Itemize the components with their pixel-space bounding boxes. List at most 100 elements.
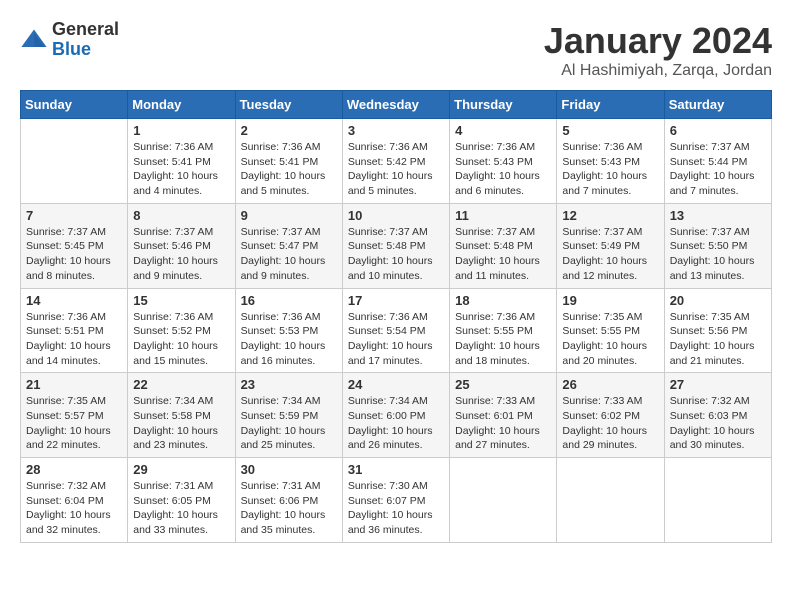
day-info: Sunrise: 7:36 AM Sunset: 5:53 PM Dayligh… (241, 310, 337, 369)
day-cell: 18Sunrise: 7:36 AM Sunset: 5:55 PM Dayli… (450, 288, 557, 373)
header-cell-sunday: Sunday (21, 91, 128, 119)
day-cell (450, 458, 557, 543)
day-number: 23 (241, 377, 337, 392)
day-info: Sunrise: 7:36 AM Sunset: 5:51 PM Dayligh… (26, 310, 122, 369)
day-number: 9 (241, 208, 337, 223)
day-cell: 28Sunrise: 7:32 AM Sunset: 6:04 PM Dayli… (21, 458, 128, 543)
day-cell: 6 Sunrise: 7:37 AM Sunset: 5:44 PM Daylig… (664, 119, 771, 204)
day-number: 12 (562, 208, 658, 223)
day-cell: 22 Sunrise: 7:34 AM Sunset: 5:58 PM Dayli… (128, 373, 235, 458)
day-cell: 14 Sunrise: 7:36 AM Sunset: 5:51 PM Dayli… (21, 288, 128, 373)
day-cell: 7 Sunrise: 7:37 AM Sunset: 5:45 PM Daylig… (21, 203, 128, 288)
day-cell: 19 Sunrise: 7:35 AM Sunset: 5:55 PM Dayli… (557, 288, 664, 373)
day-info: Sunrise: 7:36 AM Sunset: 5:42 PM Dayligh… (348, 140, 444, 199)
day-cell: 24 Sunrise: 7:34 AM Sunset: 6:00 PM Dayli… (342, 373, 449, 458)
day-info: Sunrise: 7:36 AM Sunset: 5:43 PM Dayligh… (562, 140, 658, 199)
day-cell: 17 Sunrise: 7:36 AM Sunset: 5:54 PM Dayli… (342, 288, 449, 373)
day-cell: 5 Sunrise: 7:36 AM Sunset: 5:43 PM Daylig… (557, 119, 664, 204)
day-cell: 8 Sunrise: 7:37 AM Sunset: 5:46 PM Daylig… (128, 203, 235, 288)
day-info: Sunrise: 7:34 AM Sunset: 5:59 PM Dayligh… (241, 394, 337, 453)
day-number: 20 (670, 293, 766, 308)
day-cell: 29 Sunrise: 7:31 AM Sunset: 6:05 PM Dayli… (128, 458, 235, 543)
day-cell: 30Sunrise: 7:31 AM Sunset: 6:06 PM Dayli… (235, 458, 342, 543)
day-number: 10 (348, 208, 444, 223)
day-cell: 1Sunrise: 7:36 AM Sunset: 5:41 PM Daylig… (128, 119, 235, 204)
day-number: 29 (133, 462, 229, 477)
header-cell-monday: Monday (128, 91, 235, 119)
day-info: Sunrise: 7:37 AM Sunset: 5:48 PM Dayligh… (455, 225, 551, 284)
day-cell: 4Sunrise: 7:36 AM Sunset: 5:43 PM Daylig… (450, 119, 557, 204)
day-cell: 23 Sunrise: 7:34 AM Sunset: 5:59 PM Dayli… (235, 373, 342, 458)
header-cell-wednesday: Wednesday (342, 91, 449, 119)
day-info: Sunrise: 7:32 AM Sunset: 6:03 PM Dayligh… (670, 394, 766, 453)
day-cell: 27 Sunrise: 7:32 AM Sunset: 6:03 PM Dayli… (664, 373, 771, 458)
calendar-title: January 2024 (544, 20, 772, 62)
header-row: SundayMondayTuesdayWednesdayThursdayFrid… (21, 91, 772, 119)
calendar-subtitle: Al Hashimiyah, Zarqa, Jordan (544, 62, 772, 80)
day-cell (664, 458, 771, 543)
day-cell (557, 458, 664, 543)
header-cell-friday: Friday (557, 91, 664, 119)
day-cell: 11 Sunrise: 7:37 AM Sunset: 5:48 PM Dayli… (450, 203, 557, 288)
day-cell: 15Sunrise: 7:36 AM Sunset: 5:52 PM Dayli… (128, 288, 235, 373)
day-info: Sunrise: 7:32 AM Sunset: 6:04 PM Dayligh… (26, 479, 122, 538)
day-cell: 26Sunrise: 7:33 AM Sunset: 6:02 PM Dayli… (557, 373, 664, 458)
day-cell: 20Sunrise: 7:35 AM Sunset: 5:56 PM Dayli… (664, 288, 771, 373)
day-number: 25 (455, 377, 551, 392)
day-number: 13 (670, 208, 766, 223)
week-row-2: 7 Sunrise: 7:37 AM Sunset: 5:45 PM Daylig… (21, 203, 772, 288)
title-area: January 2024 Al Hashimiyah, Zarqa, Jorda… (544, 20, 772, 80)
day-info: Sunrise: 7:35 AM Sunset: 5:55 PM Dayligh… (562, 310, 658, 369)
day-number: 22 (133, 377, 229, 392)
day-info: Sunrise: 7:34 AM Sunset: 5:58 PM Dayligh… (133, 394, 229, 453)
day-cell: 3 Sunrise: 7:36 AM Sunset: 5:42 PM Daylig… (342, 119, 449, 204)
day-info: Sunrise: 7:36 AM Sunset: 5:41 PM Dayligh… (133, 140, 229, 199)
day-number: 11 (455, 208, 551, 223)
header-cell-tuesday: Tuesday (235, 91, 342, 119)
day-info: Sunrise: 7:33 AM Sunset: 6:02 PM Dayligh… (562, 394, 658, 453)
day-number: 19 (562, 293, 658, 308)
day-cell: 13 Sunrise: 7:37 AM Sunset: 5:50 PM Dayli… (664, 203, 771, 288)
day-number: 5 (562, 123, 658, 138)
day-number: 27 (670, 377, 766, 392)
day-info: Sunrise: 7:33 AM Sunset: 6:01 PM Dayligh… (455, 394, 551, 453)
day-info: Sunrise: 7:36 AM Sunset: 5:41 PM Dayligh… (241, 140, 337, 199)
day-cell: 12 Sunrise: 7:37 AM Sunset: 5:49 PM Dayli… (557, 203, 664, 288)
day-info: Sunrise: 7:37 AM Sunset: 5:46 PM Dayligh… (133, 225, 229, 284)
day-number: 7 (26, 208, 122, 223)
day-number: 30 (241, 462, 337, 477)
day-number: 17 (348, 293, 444, 308)
logo-icon (20, 26, 48, 54)
day-info: Sunrise: 7:37 AM Sunset: 5:50 PM Dayligh… (670, 225, 766, 284)
day-number: 15 (133, 293, 229, 308)
week-row-4: 21 Sunrise: 7:35 AM Sunset: 5:57 PM Dayli… (21, 373, 772, 458)
day-number: 14 (26, 293, 122, 308)
header: GeneralBlue January 2024 Al Hashimiyah, … (20, 20, 772, 80)
week-row-5: 28Sunrise: 7:32 AM Sunset: 6:04 PM Dayli… (21, 458, 772, 543)
day-number: 3 (348, 123, 444, 138)
day-cell: 16Sunrise: 7:36 AM Sunset: 5:53 PM Dayli… (235, 288, 342, 373)
day-info: Sunrise: 7:37 AM Sunset: 5:48 PM Dayligh… (348, 225, 444, 284)
week-row-3: 14 Sunrise: 7:36 AM Sunset: 5:51 PM Dayli… (21, 288, 772, 373)
day-number: 6 (670, 123, 766, 138)
day-info: Sunrise: 7:36 AM Sunset: 5:43 PM Dayligh… (455, 140, 551, 199)
header-cell-thursday: Thursday (450, 91, 557, 119)
day-cell: 10 Sunrise: 7:37 AM Sunset: 5:48 PM Dayli… (342, 203, 449, 288)
day-number: 21 (26, 377, 122, 392)
day-cell: 2 Sunrise: 7:36 AM Sunset: 5:41 PM Daylig… (235, 119, 342, 204)
day-number: 24 (348, 377, 444, 392)
day-number: 8 (133, 208, 229, 223)
day-info: Sunrise: 7:37 AM Sunset: 5:49 PM Dayligh… (562, 225, 658, 284)
day-info: Sunrise: 7:37 AM Sunset: 5:44 PM Dayligh… (670, 140, 766, 199)
header-cell-saturday: Saturday (664, 91, 771, 119)
day-info: Sunrise: 7:35 AM Sunset: 5:57 PM Dayligh… (26, 394, 122, 453)
day-info: Sunrise: 7:34 AM Sunset: 6:00 PM Dayligh… (348, 394, 444, 453)
day-cell: 25 Sunrise: 7:33 AM Sunset: 6:01 PM Dayli… (450, 373, 557, 458)
calendar-table: SundayMondayTuesdayWednesdayThursdayFrid… (20, 90, 772, 543)
day-info: Sunrise: 7:36 AM Sunset: 5:54 PM Dayligh… (348, 310, 444, 369)
day-info: Sunrise: 7:37 AM Sunset: 5:45 PM Dayligh… (26, 225, 122, 284)
day-number: 2 (241, 123, 337, 138)
day-number: 31 (348, 462, 444, 477)
day-info: Sunrise: 7:31 AM Sunset: 6:05 PM Dayligh… (133, 479, 229, 538)
day-number: 18 (455, 293, 551, 308)
